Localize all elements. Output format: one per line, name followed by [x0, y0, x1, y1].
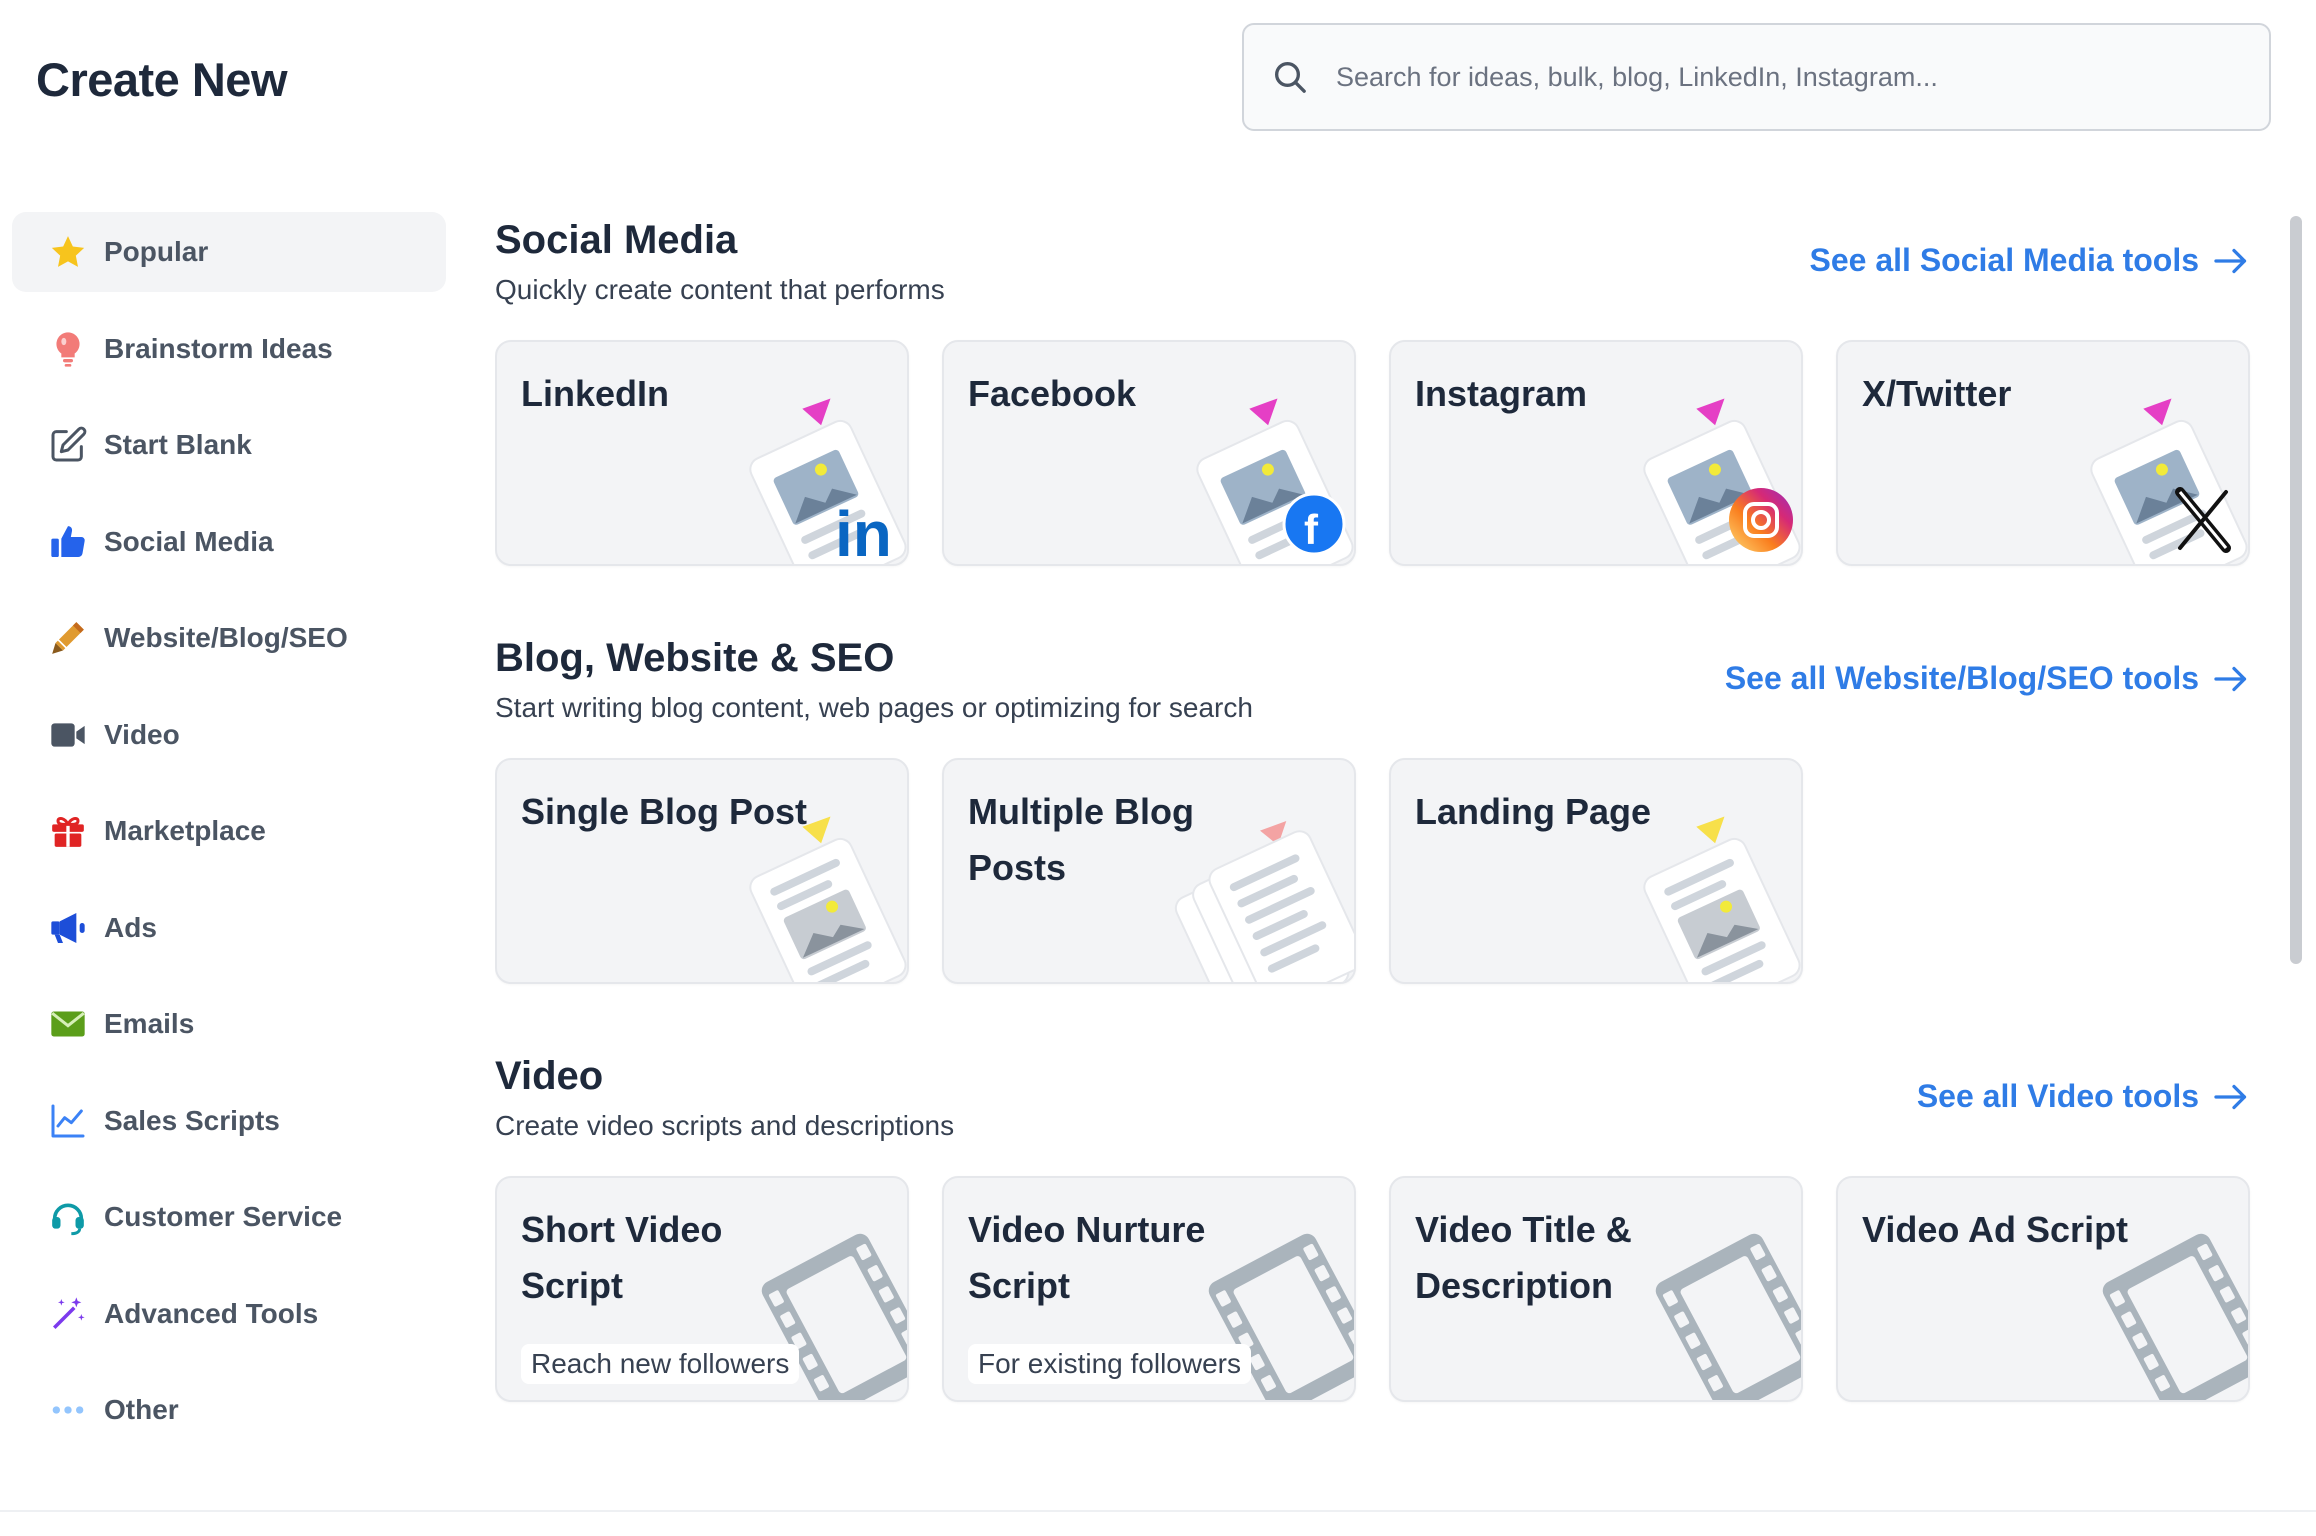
sidebar-item-label: Video	[104, 718, 180, 750]
card-title: Video Nurture Script	[968, 1209, 1206, 1306]
search-icon	[1275, 62, 1306, 93]
section-subtitle: Create video scripts and descriptions	[495, 1110, 955, 1141]
sidebar-item-label: Sales Scripts	[104, 1104, 280, 1136]
section-title: Blog, Website & SEO	[495, 636, 895, 680]
see-all-label: See all Website/Blog/SEO tools	[1724, 660, 2199, 696]
sidebar-item-label: Brainstorm Ideas	[104, 332, 333, 364]
card-title: Multiple Blog Posts	[968, 791, 1194, 888]
more-dots-icon	[46, 1388, 90, 1432]
section-subtitle: Quickly create content that performs	[495, 274, 945, 305]
sidebar-item-label: Popular	[104, 236, 209, 267]
sidebar-item-label: Customer Service	[104, 1201, 343, 1232]
headset-icon	[46, 1195, 90, 1239]
sidebar-item-advanced-tools[interactable]: Advanced Tools	[12, 1274, 446, 1354]
svg-text:in: in	[835, 498, 892, 564]
sidebar-item-other[interactable]: Other	[12, 1370, 446, 1450]
see-all-label: See all Social Media tools	[1809, 242, 2199, 278]
sidebar-item-sales-scripts[interactable]: Sales Scripts	[12, 1081, 446, 1161]
search-box[interactable]	[1242, 23, 2271, 131]
card-linkedin[interactable]: LinkedIn in	[495, 340, 909, 566]
card-title: Facebook	[968, 373, 1137, 414]
divider	[0, 1510, 2316, 1512]
linkedin-post-illustration-icon: in	[749, 398, 907, 564]
sidebar-item-website-blog-seo[interactable]: Website/Blog/SEO	[12, 598, 446, 678]
page-title: Create New	[36, 53, 288, 106]
scrollbar[interactable]	[2284, 212, 2306, 1470]
card-facebook[interactable]: Facebook f	[942, 340, 1356, 566]
sidebar-item-social-media[interactable]: Social Media	[12, 502, 446, 582]
card-title: Single Blog Post	[521, 791, 808, 832]
arrow-right-icon	[2214, 248, 2247, 273]
sidebar-item-popular[interactable]: Popular	[12, 212, 446, 292]
card-title: Short Video Script	[521, 1209, 723, 1306]
card-subtitle: Reach new followers	[521, 1344, 800, 1384]
sidebar: Popular Brainstorm Ideas Start Blank Soc…	[12, 212, 446, 1467]
card-title: Video Ad Script	[1862, 1209, 2129, 1250]
x-twitter-post-illustration-icon	[2090, 398, 2248, 564]
chart-line-icon	[46, 1099, 90, 1143]
gift-icon	[46, 809, 90, 853]
search-input[interactable]	[1336, 61, 2236, 93]
see-all-website-blog-seo-link[interactable]: See all Website/Blog/SEO tools	[1725, 660, 2249, 697]
card-short-video-script[interactable]: Short Video Script Reach new followers	[495, 1176, 909, 1402]
arrow-right-icon	[2214, 1084, 2247, 1109]
sidebar-item-label: Marketplace	[104, 815, 266, 846]
card-row: Short Video Script Reach new followers V…	[495, 1176, 2250, 1402]
sidebar-item-brainstorm-ideas[interactable]: Brainstorm Ideas	[12, 309, 446, 389]
see-all-video-link[interactable]: See all Video tools	[1917, 1078, 2249, 1115]
sidebar-item-label: Start Blank	[104, 429, 252, 460]
lightbulb-icon	[46, 327, 90, 371]
card-x-twitter[interactable]: X/Twitter	[1836, 340, 2250, 566]
main-content: Social Media Quickly create content that…	[495, 212, 2255, 1470]
magic-wand-icon	[46, 1292, 90, 1336]
section-video: Video Create video scripts and descripti…	[495, 1048, 2255, 1466]
section-subtitle: Start writing blog content, web pages or…	[495, 692, 1253, 723]
sidebar-item-video[interactable]: Video	[12, 695, 446, 775]
card-title: X/Twitter	[1862, 373, 2012, 414]
section-blog-website-seo: Blog, Website & SEO Start writing blog c…	[495, 630, 2255, 1048]
arrow-right-icon	[2214, 666, 2247, 691]
see-all-label: See all Video tools	[1916, 1078, 2199, 1114]
sidebar-item-ads[interactable]: Ads	[12, 888, 446, 968]
edit-icon	[46, 423, 90, 467]
star-icon	[46, 230, 90, 274]
card-landing-page[interactable]: Landing Page	[1389, 758, 1803, 984]
card-title: LinkedIn	[521, 373, 670, 414]
card-row: LinkedIn in Facebook f Instagram X/Twitt…	[495, 340, 2250, 566]
svg-text:f: f	[1304, 506, 1319, 553]
facebook-post-illustration-icon: f	[1196, 398, 1354, 564]
pencil-icon	[46, 616, 90, 660]
thumbs-up-icon	[46, 520, 90, 564]
section-title: Video	[495, 1054, 604, 1098]
card-multiple-blog-posts[interactable]: Multiple Blog Posts	[942, 758, 1356, 984]
card-video-ad-script[interactable]: Video Ad Script	[1836, 1176, 2250, 1402]
card-subtitle: For existing followers	[968, 1344, 1251, 1384]
sidebar-item-start-blank[interactable]: Start Blank	[12, 405, 446, 485]
card-title: Landing Page	[1415, 791, 1652, 832]
card-video-title-description[interactable]: Video Title & Description	[1389, 1176, 1803, 1402]
sidebar-item-label: Social Media	[104, 525, 274, 557]
sidebar-item-label: Website/Blog/SEO	[104, 622, 348, 653]
card-single-blog-post[interactable]: Single Blog Post	[495, 758, 909, 984]
card-row: Single Blog Post Multiple Blog Posts Lan…	[495, 758, 1803, 984]
sidebar-item-label: Advanced Tools	[104, 1297, 319, 1329]
see-all-social-media-link[interactable]: See all Social Media tools	[1810, 242, 2249, 279]
megaphone-icon	[46, 906, 90, 950]
sidebar-item-emails[interactable]: Emails	[12, 984, 446, 1064]
sidebar-item-label: Ads	[104, 911, 157, 943]
sidebar-item-label: Other	[104, 1394, 179, 1425]
section-social-media: Social Media Quickly create content that…	[495, 212, 2255, 630]
scrollbar-thumb[interactable]	[2290, 216, 2302, 964]
section-title: Social Media	[495, 218, 738, 262]
sidebar-item-label: Emails	[104, 1008, 195, 1039]
card-title: Instagram	[1415, 373, 1588, 414]
card-video-nurture-script[interactable]: Video Nurture Script For existing follow…	[942, 1176, 1356, 1402]
sidebar-item-marketplace[interactable]: Marketplace	[12, 791, 446, 871]
card-title: Video Title & Description	[1415, 1209, 1632, 1306]
card-instagram[interactable]: Instagram	[1389, 340, 1803, 566]
video-camera-icon	[46, 713, 90, 757]
sidebar-item-customer-service[interactable]: Customer Service	[12, 1177, 446, 1257]
envelope-icon	[46, 1002, 90, 1046]
instagram-post-illustration-icon	[1643, 398, 1801, 564]
